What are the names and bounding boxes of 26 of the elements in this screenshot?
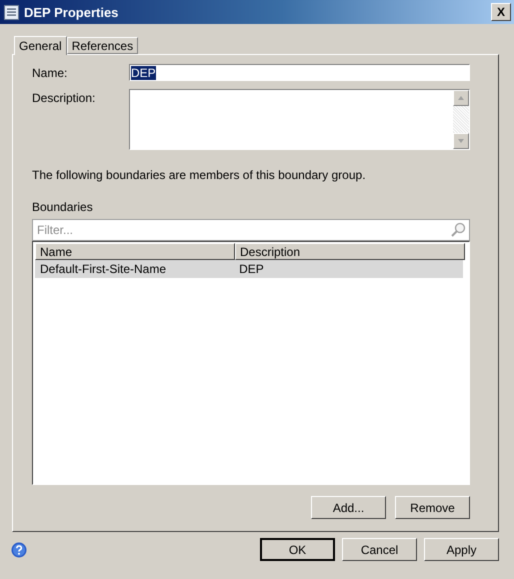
list-action-button[interactable]: Remove [395, 496, 470, 519]
list-row[interactable]: Default-First-Site-Name DEP [35, 260, 463, 278]
properties-icon [4, 4, 19, 20]
scroll-down-icon[interactable] [453, 133, 469, 149]
help-icon[interactable] [11, 542, 27, 558]
search-icon[interactable] [450, 222, 466, 238]
dialog-button[interactable]: Cancel [342, 538, 417, 561]
description-field[interactable] [129, 89, 470, 150]
boundaries-label: Boundaries [32, 200, 94, 214]
name-field[interactable]: DEP [129, 64, 470, 81]
dialog-button[interactable]: Apply [424, 538, 499, 561]
list-action-button[interactable]: Add... [311, 496, 386, 519]
close-button[interactable]: X [491, 3, 511, 21]
list-cell-text: DEP [238, 262, 265, 276]
window-title: DEP Properties [24, 4, 120, 20]
name-label: Name: [32, 65, 68, 80]
list-cell-text: Default-First-Site-Name [39, 262, 168, 276]
scroll-up-icon[interactable] [453, 90, 469, 106]
info-text: The following boundaries are members of this boundary group. [32, 168, 367, 182]
tab[interactable]: References [66, 37, 138, 54]
description-label: Description: [32, 90, 96, 105]
tab[interactable]: General [14, 36, 67, 55]
filter-field[interactable]: Filter... [32, 219, 470, 241]
column-header[interactable]: Description [235, 243, 465, 260]
column-header[interactable]: Name [35, 243, 235, 260]
dialog-button[interactable]: OK [260, 538, 335, 561]
